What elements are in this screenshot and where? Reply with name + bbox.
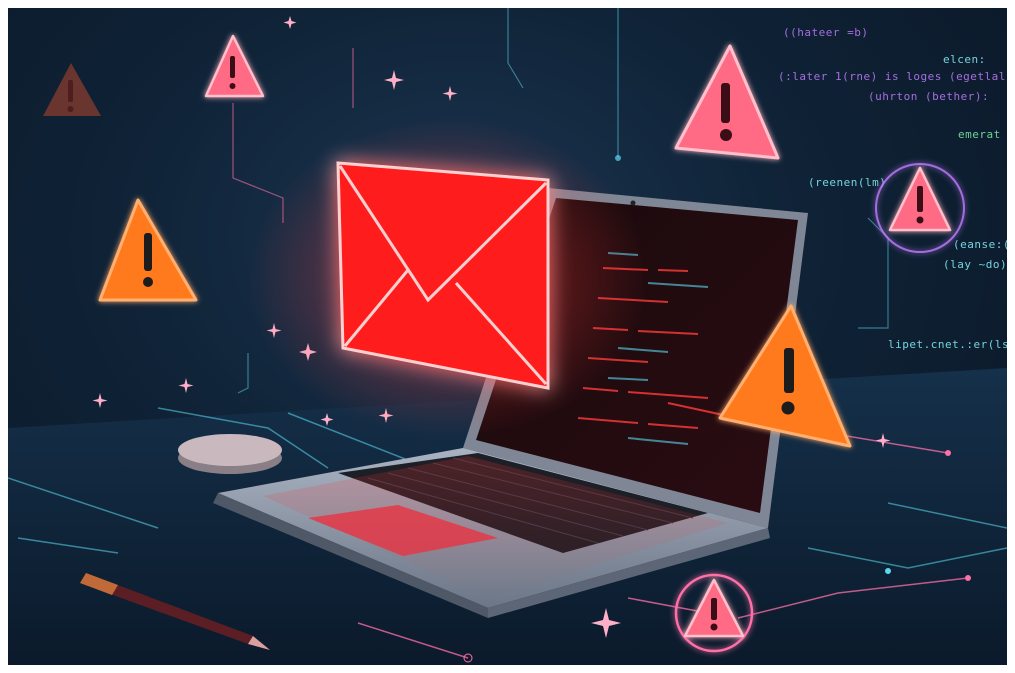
warning-triangle-icon <box>98 198 198 302</box>
warning-triangle-icon <box>674 44 780 160</box>
warning-triangle-icon <box>875 163 965 253</box>
warning-triangle-icon <box>204 34 265 98</box>
scene-artwork <box>8 8 1007 665</box>
warning-triangle-icon <box>43 63 101 116</box>
envelope-icon <box>336 161 550 390</box>
phishing-illustration: ((hateer =b) elcen: (:later 1(rne) is lo… <box>8 8 1007 665</box>
